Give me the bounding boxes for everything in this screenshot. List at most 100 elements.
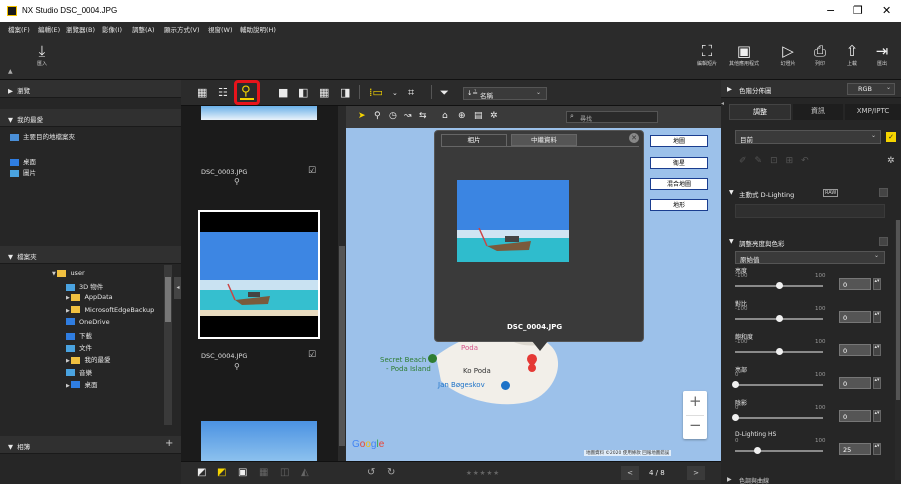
slider-value-input[interactable]: 0 <box>839 410 871 422</box>
minimize-button[interactable]: − <box>826 4 835 17</box>
slider-value-input[interactable]: 0 <box>839 344 871 356</box>
tree-scrollbar[interactable] <box>164 265 172 425</box>
close-popup-icon[interactable]: ✕ <box>629 133 639 143</box>
rotate-right-icon[interactable]: ↻ <box>387 467 395 478</box>
folder-tree-item[interactable]: ▶ AppData <box>66 293 113 301</box>
edit-movie-button[interactable]: ⛶ 編輯短片 <box>694 42 720 67</box>
select-pointer-icon[interactable]: ➤ <box>358 111 366 121</box>
home-icon[interactable]: ⌂ <box>442 111 448 121</box>
adl-checkbox[interactable] <box>879 188 888 197</box>
folder-tree-item[interactable]: ▶ 我的最愛 <box>66 354 110 364</box>
histogram-mode-select[interactable]: RGB ⌄ <box>847 83 895 95</box>
map-type-satellite[interactable]: 衛星 <box>650 157 708 169</box>
gear-icon[interactable]: ✲ <box>887 156 895 166</box>
slider-stepper[interactable]: ▴▾ <box>873 443 881 455</box>
slider-track[interactable] <box>735 417 823 419</box>
route-icon[interactable]: ⇆ <box>419 111 427 121</box>
popup-tab-metadata[interactable]: 中繼資料 <box>511 134 577 146</box>
thumbnail-partial[interactable] <box>201 106 317 120</box>
before-after-icon[interactable]: ◨ <box>340 86 350 99</box>
folders-header[interactable]: ▼ 檔案夾 <box>0 246 181 264</box>
folder-tree-item[interactable]: 下載 <box>66 330 92 340</box>
adl-section-header[interactable]: ▼ 主動式 D-Lighting RAW <box>729 186 895 200</box>
menu-adjust[interactable]: 調整(A) <box>132 24 155 34</box>
list-view-icon[interactable]: ☷ <box>218 86 228 99</box>
prev-image-button[interactable]: < <box>621 466 639 480</box>
collapse-toolbar-icon[interactable]: ▲ <box>8 68 13 75</box>
adjust-tools-icon[interactable]: ✐✎⊡⊞↶ <box>739 156 817 166</box>
map-save-icon[interactable]: ▤ <box>474 111 483 121</box>
gear-icon[interactable]: ✲ <box>490 111 498 121</box>
grid-icon[interactable]: ▦ <box>259 467 268 478</box>
slider-knob[interactable] <box>754 447 761 454</box>
maximize-button[interactable]: ❐ <box>853 4 863 17</box>
target-icon[interactable]: ⊕ <box>458 111 466 121</box>
chevron-down-icon[interactable]: ⌄ <box>392 89 398 97</box>
menu-view[interactable]: 顯示方式(V) <box>164 24 200 34</box>
slider-knob[interactable] <box>732 414 739 421</box>
menu-file[interactable]: 檔案(F) <box>8 24 30 34</box>
menu-help[interactable]: 輔助說明(H) <box>240 24 276 34</box>
popup-tab-photo[interactable]: 相片 <box>441 134 507 146</box>
slider-value-input[interactable]: 0 <box>839 377 871 389</box>
tone-curve-header[interactable]: ▶ 色調與曲線 <box>721 476 895 484</box>
frame-icon[interactable]: ▣ <box>238 467 247 478</box>
rotate-icon[interactable]: ◩ <box>197 467 206 478</box>
brightness-section-header[interactable]: ▼ 調整亮度與色彩 <box>729 235 895 249</box>
slideshow-button[interactable]: ▷ 幻燈片 <box>776 42 800 67</box>
rotate-left-icon[interactable]: ↺ <box>367 467 375 478</box>
slider-stepper[interactable]: ▴▾ <box>873 377 881 389</box>
adl-select[interactable] <box>735 204 885 218</box>
tab-info[interactable]: 資訊 <box>793 104 843 120</box>
albums-header[interactable]: ▼ 相簿 + <box>0 436 181 454</box>
menu-edit[interactable]: 編輯(E) <box>38 24 60 34</box>
map-type-terrain[interactable]: 地形 <box>650 199 708 211</box>
export-button[interactable]: ⇥ 匯出 <box>870 42 894 67</box>
slider-value-input[interactable]: 0 <box>839 278 871 290</box>
folder-tree-item[interactable]: 3D 物件 <box>66 281 103 291</box>
fav-item-pictures[interactable]: 圖片 <box>10 167 36 177</box>
right-scroll-thumb[interactable] <box>896 220 900 400</box>
tab-adjust[interactable]: 調整 <box>729 104 791 120</box>
brightness-checkbox[interactable] <box>879 237 888 246</box>
filter-icon[interactable]: ⏷ <box>440 86 449 100</box>
slider-knob[interactable] <box>776 315 783 322</box>
slider-stepper[interactable]: ▴▾ <box>873 278 881 290</box>
folder-tree-item[interactable]: 音樂 <box>66 367 92 377</box>
print-button[interactable]: ⎙ 列印 <box>808 42 832 67</box>
single-view-icon[interactable]: ■ <box>278 86 288 99</box>
folder-tree-item[interactable]: ▶ 桌面 <box>66 379 97 389</box>
add-album-button[interactable]: + <box>165 438 173 449</box>
upload-button[interactable]: ⇧ 上載 <box>840 42 864 67</box>
tab-xmp[interactable]: XMP/IPTC <box>845 104 901 120</box>
map-type-roadmap[interactable]: 地圖 <box>650 135 708 147</box>
slider-track[interactable] <box>735 450 823 452</box>
fav-item-desktop[interactable]: 桌面 <box>10 156 36 166</box>
flag-icon[interactable]: ◩ <box>217 467 226 478</box>
map-view-button[interactable]: ⚲ <box>234 80 260 105</box>
grid-view-icon[interactable]: ▦ <box>197 86 207 99</box>
slider-stepper[interactable]: ▴▾ <box>873 410 881 422</box>
apply-checkbox[interactable]: ✓ <box>886 132 896 142</box>
sort-dropdown[interactable]: ↓≟ 名稱 ⌄ <box>463 87 547 100</box>
menu-window[interactable]: 視窗(W) <box>208 24 233 34</box>
tree-scroll-thumb[interactable] <box>165 277 171 322</box>
menu-browser[interactable]: 瀏覽器(B) <box>66 24 95 34</box>
close-button[interactable]: ✕ <box>882 4 891 17</box>
slider-knob[interactable] <box>732 381 739 388</box>
fullscreen-icon[interactable]: ⌗ <box>408 86 414 100</box>
add-pin-icon[interactable]: ⚲ <box>374 111 381 121</box>
clock-icon[interactable]: ◷ <box>389 111 397 121</box>
right-scrollbar[interactable] <box>895 220 901 480</box>
map-type-hybrid[interactable]: 混合地圖 <box>650 178 708 190</box>
slider-value-input[interactable]: 25 <box>839 443 871 455</box>
map-attribution[interactable]: 地圖資料 ©2020 使用條款 回報地圖錯誤 <box>584 450 672 456</box>
other-apps-button[interactable]: ▣ 其他應用程式 <box>728 42 760 67</box>
menu-image[interactable]: 影像(I) <box>102 24 122 34</box>
folder-tree-item[interactable]: 文件 <box>66 342 92 352</box>
preset-select[interactable]: 目前 ⌄ <box>735 130 881 144</box>
slider-track[interactable] <box>735 384 823 386</box>
strip-scroll-thumb[interactable] <box>339 246 345 446</box>
folder-tree-item[interactable]: ▼ user <box>52 269 85 277</box>
thumbnail-partial[interactable] <box>201 421 317 461</box>
